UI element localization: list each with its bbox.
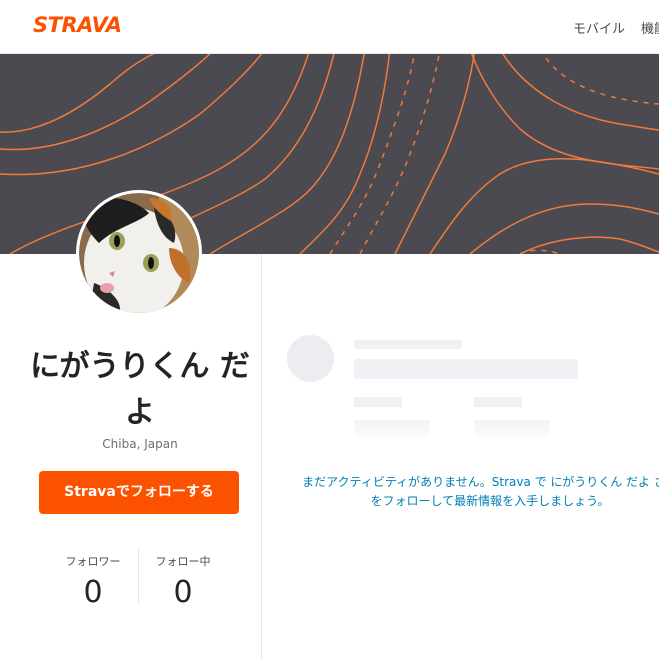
cat-photo-avatar-icon <box>79 193 199 313</box>
skeleton-line <box>354 359 578 379</box>
skeleton-stat-label <box>354 397 402 407</box>
avatar[interactable] <box>76 190 202 316</box>
follow-button[interactable]: Stravaでフォローする <box>39 471 239 514</box>
nav-features-link[interactable]: 機能 <box>641 18 659 37</box>
athlete-location: Chiba, Japan <box>102 437 178 451</box>
skeleton-stat-label <box>474 397 522 407</box>
skeleton-stat-value <box>474 420 550 436</box>
skeleton-avatar <box>287 335 334 382</box>
following-label: フォロー中 <box>155 555 211 568</box>
followers-count: 0 <box>83 575 103 610</box>
athlete-name: にがうりくん だよ <box>30 349 250 430</box>
top-header: STRAVA モバイル 機能 <box>0 0 659 54</box>
strava-logo[interactable]: STRAVA <box>33 13 122 37</box>
column-divider <box>261 254 262 659</box>
following-count: 0 <box>173 575 193 610</box>
followers-stat[interactable]: フォロワー 0 <box>48 553 138 610</box>
skeleton-line <box>354 340 462 349</box>
empty-activity-message: まだアクティビティがありません。Strava で にがうりくん だよ さんをフォ… <box>302 475 659 508</box>
following-stat[interactable]: フォロー中 0 <box>138 553 228 610</box>
nav-mobile-link[interactable]: モバイル <box>573 18 625 37</box>
skeleton-stat-value <box>354 420 430 436</box>
followers-label: フォロワー <box>65 555 121 568</box>
